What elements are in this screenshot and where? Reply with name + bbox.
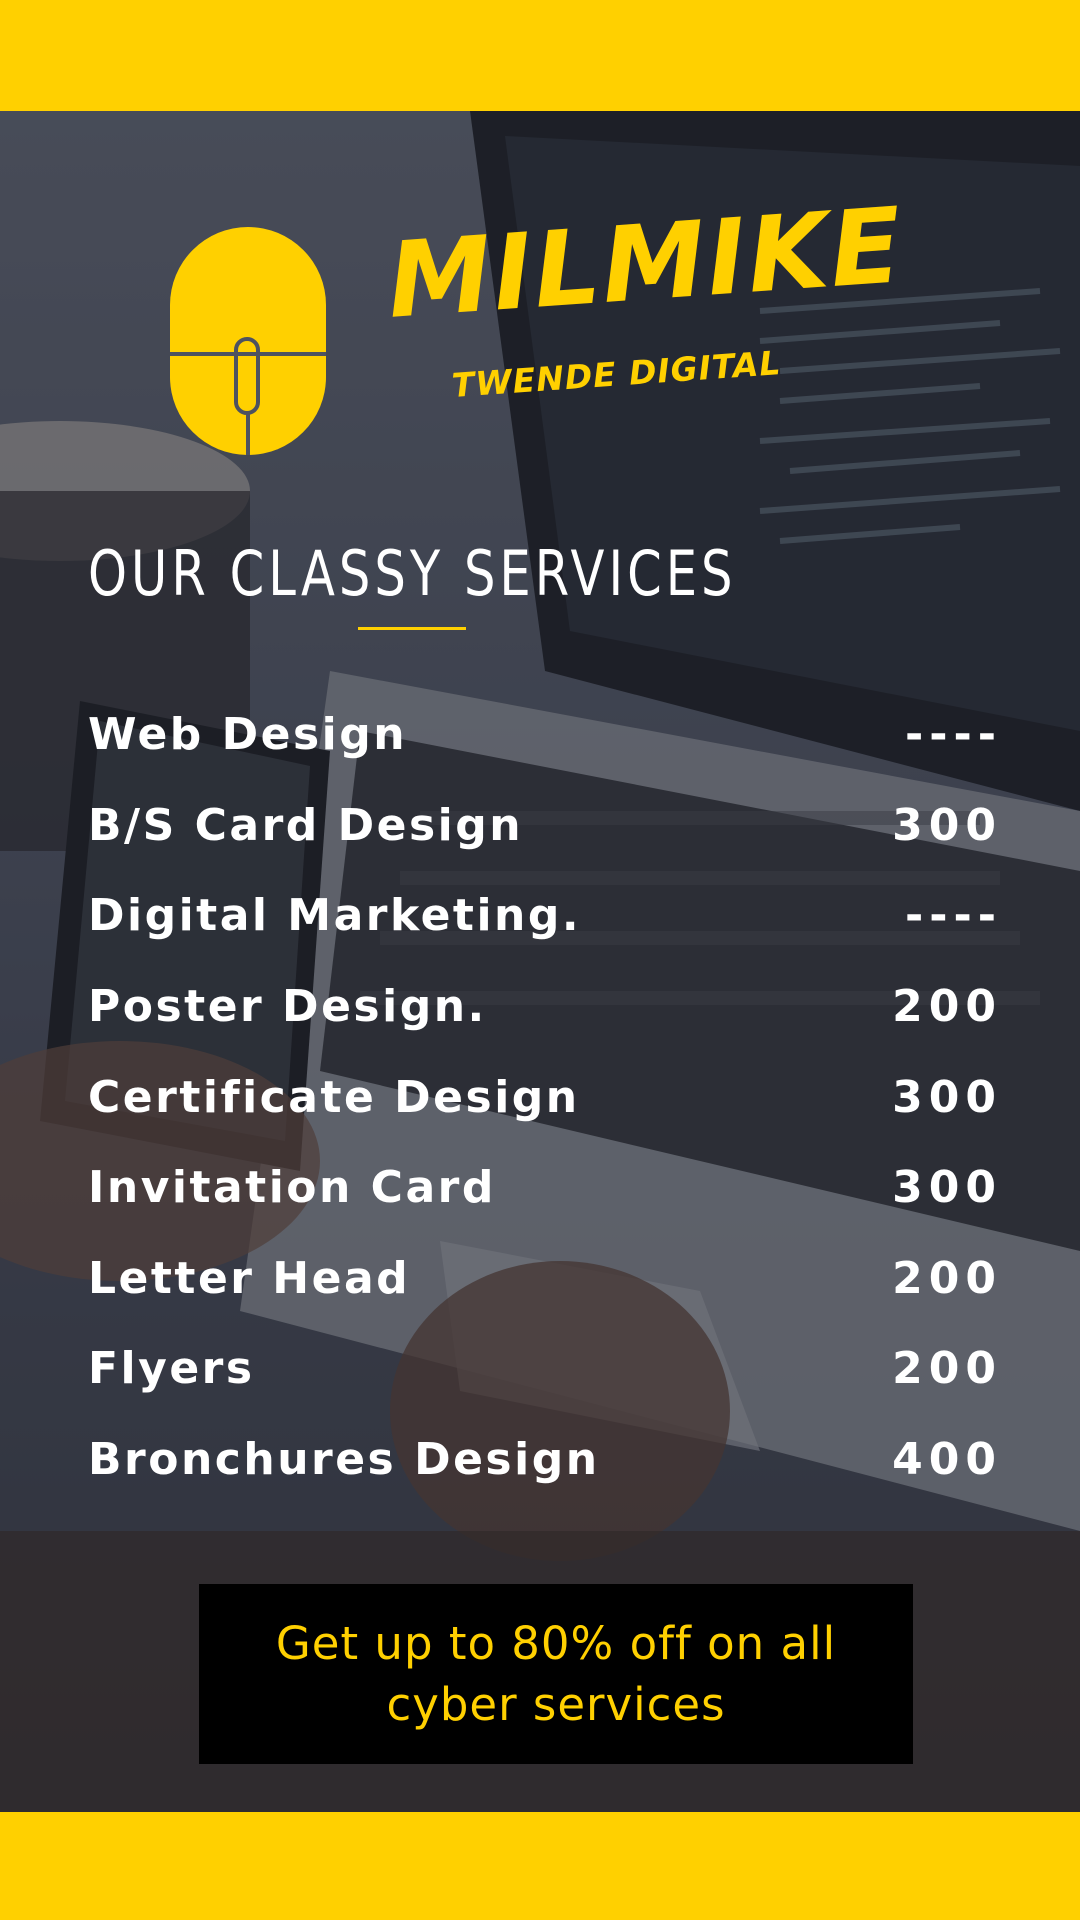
service-price: 200 (892, 1252, 1002, 1304)
service-row: Web Design ---- (88, 690, 996, 781)
service-price: ---- (904, 890, 1002, 942)
service-price: 400 (892, 1434, 1002, 1486)
service-name: B/S Card Design (88, 799, 524, 851)
service-row: B/S Card Design 300 (88, 781, 996, 872)
flyer: MILMIKE TWENDE DIGITAL OUR CLASSY SERVIC… (0, 0, 1080, 1920)
service-price: ---- (904, 709, 1002, 761)
service-row: Invitation Card 300 (88, 1143, 996, 1234)
service-row: Certificate Design 300 (88, 1052, 996, 1143)
service-name: Bronchures Design (88, 1434, 600, 1486)
service-row: Letter Head 200 (88, 1234, 996, 1325)
service-name: Flyers (88, 1343, 255, 1395)
service-price: 200 (892, 1343, 1002, 1395)
service-row: Bronchures Design 400 (88, 1415, 996, 1506)
service-row: Digital Marketing. ---- (88, 871, 996, 962)
service-price: 300 (892, 799, 1002, 851)
service-price: 300 (892, 1071, 1002, 1123)
bottom-accent-bar (0, 1812, 1080, 1920)
service-name: Certificate Design (88, 1071, 580, 1123)
service-name: Letter Head (88, 1252, 411, 1304)
services-list: Web Design ---- B/S Card Design 300 Digi… (88, 690, 996, 1505)
service-name: Invitation Card (88, 1162, 496, 1214)
service-name: Web Design (88, 709, 408, 761)
title-underline (358, 627, 466, 630)
computer-mouse-icon (170, 227, 326, 455)
service-price: 300 (892, 1162, 1002, 1214)
promo-banner: Get up to 80% off on all cyber services (199, 1584, 913, 1764)
service-name: Digital Marketing. (88, 890, 582, 942)
service-row: Flyers 200 (88, 1324, 996, 1415)
service-price: 200 (892, 981, 1002, 1033)
top-accent-bar (0, 0, 1080, 111)
service-name: Poster Design. (88, 981, 487, 1033)
section-title: OUR CLASSY SERVICES (88, 537, 737, 610)
service-row: Poster Design. 200 (88, 962, 996, 1053)
promo-text: Get up to 80% off on all cyber services (275, 1617, 837, 1731)
